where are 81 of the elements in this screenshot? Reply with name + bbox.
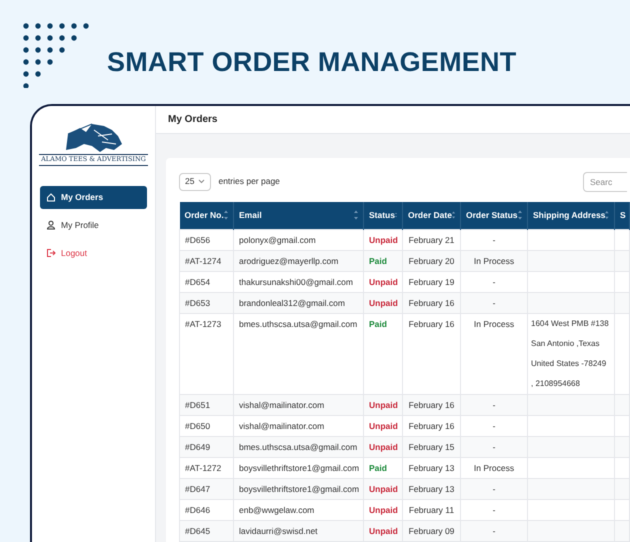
order-date: February 13	[408, 463, 454, 473]
order-date: February 21	[408, 235, 454, 245]
email-cell: enb@wwgelaw.com	[239, 505, 314, 515]
order-status: In Process	[474, 319, 514, 329]
sidebar-item[interactable]: My Profile	[40, 214, 147, 237]
order-date: February 16	[408, 400, 454, 410]
email-cell: boysvillethriftstore1@gmail.com	[239, 484, 360, 494]
search-field[interactable]: Searc	[583, 172, 627, 192]
payment-status: Paid	[369, 256, 387, 266]
logout-icon	[46, 248, 56, 258]
sort-icon	[605, 210, 609, 220]
sidebar-item[interactable]: My Orders	[40, 186, 147, 209]
page-title: My Orders	[168, 112, 218, 127]
order-status: -	[492, 400, 496, 410]
payment-status: Paid	[369, 463, 387, 473]
email-cell: vishal@mailinator.com	[239, 400, 324, 410]
order-date: February 09	[408, 526, 454, 536]
sort-icon	[518, 210, 522, 220]
order-status: -	[492, 505, 496, 515]
order-number: #D651	[185, 400, 210, 410]
address-line: , 2108954668	[531, 379, 580, 389]
sort-icon	[224, 210, 228, 220]
chevron-down-icon	[198, 179, 206, 184]
sidebar-item[interactable]: Logout	[40, 242, 147, 265]
order-status: -	[492, 421, 496, 431]
order-number: #D650	[185, 421, 210, 431]
email-cell: lavidaurri@swisd.net	[239, 526, 318, 536]
payment-status: Paid	[369, 319, 387, 329]
order-number: #AT-1273	[185, 319, 222, 329]
order-status: -	[492, 277, 496, 287]
order-status: -	[492, 235, 496, 245]
email-cell: bmes.uthscsa.utsa@gmail.com	[239, 442, 358, 452]
order-date: February 13	[408, 484, 454, 494]
email-cell: arodriguez@mayerllp.com	[239, 256, 338, 266]
order-date: February 16	[408, 298, 454, 308]
order-date: February 16	[408, 319, 454, 329]
order-date: February 16	[408, 421, 454, 431]
order-number: #D656	[185, 235, 210, 245]
payment-status: Unpaid	[369, 526, 398, 536]
payment-status: Unpaid	[369, 235, 398, 245]
address-line: United States -78249	[531, 359, 606, 369]
order-number: #D654	[185, 277, 210, 287]
order-status: -	[492, 526, 496, 536]
payment-status: Unpaid	[369, 400, 398, 410]
order-date: February 11	[408, 505, 454, 515]
order-date: February 20	[408, 256, 454, 266]
order-status: In Process	[474, 463, 514, 473]
headline: SMART ORDER MANAGEMENT	[107, 46, 516, 79]
order-status: -	[492, 484, 496, 494]
payment-status: Unpaid	[369, 505, 398, 515]
order-number: #D645	[185, 526, 210, 536]
payment-status: Unpaid	[369, 277, 398, 287]
sort-icon	[354, 210, 358, 220]
order-number: #AT-1274	[185, 256, 222, 266]
email-cell: bmes.uthscsa.utsa@gmail.com	[239, 319, 358, 329]
email-cell: boysvillethriftstore1@gmail.com	[239, 463, 360, 473]
email-cell: brandonleal312@gmail.com	[239, 298, 345, 308]
order-number: #D647	[185, 484, 210, 494]
home-icon	[46, 192, 56, 202]
payment-status: Unpaid	[369, 442, 398, 452]
user-icon	[46, 220, 56, 230]
order-date: February 19	[408, 277, 454, 287]
payment-status: Unpaid	[369, 421, 398, 431]
order-status: -	[492, 298, 496, 308]
email-cell: vishal@mailinator.com	[239, 421, 324, 431]
email-cell: polonyx@gmail.com	[239, 235, 316, 245]
payment-status: Unpaid	[369, 484, 398, 494]
order-number: #AT-1272	[185, 463, 222, 473]
order-number: #D653	[185, 298, 210, 308]
sort-icon	[452, 210, 455, 220]
payment-status: Unpaid	[369, 298, 398, 308]
order-number: #D649	[185, 442, 210, 452]
entries-label: entries per page	[218, 175, 280, 188]
order-status: -	[492, 442, 496, 452]
email-cell: thakursunakshi00@gmail.com	[239, 277, 353, 287]
order-number: #D646	[185, 505, 210, 515]
address-line: 1604 West PMB #138	[531, 319, 609, 329]
address-line: San Antonio ,Texas	[531, 339, 600, 349]
order-date: February 15	[408, 442, 454, 452]
order-status: In Process	[474, 256, 514, 266]
page-size-select[interactable]: 25	[179, 172, 212, 190]
